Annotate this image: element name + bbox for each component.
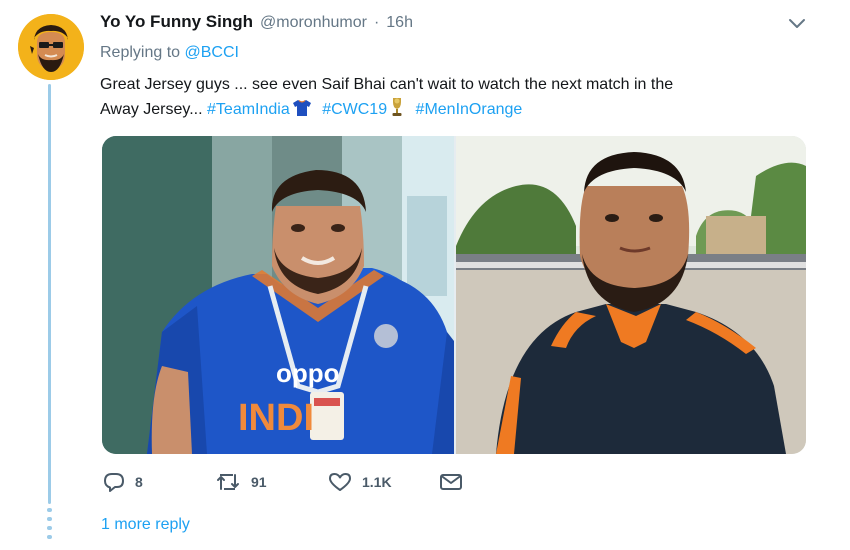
author-handle[interactable]: @moronhumor [260, 14, 367, 32]
tweet-text-line2: Away Jersey... #TeamIndia #CWC19 #MenInO… [100, 97, 800, 125]
author-display-name[interactable]: Yo Yo Funny Singh [100, 12, 253, 32]
jersey-emoji-icon [292, 99, 312, 125]
like-count: 1.1K [362, 474, 392, 490]
retweet-icon [217, 474, 239, 490]
tweet-actions: 8 91 1.1K [103, 470, 463, 494]
tweet-header: Yo Yo Funny Singh @moronhumor · 16h [100, 12, 810, 38]
reply-icon [104, 473, 124, 492]
like-button[interactable]: 1.1K [328, 472, 439, 492]
show-more-replies-link[interactable]: 1 more reply [101, 516, 190, 534]
thread-dots [47, 508, 52, 539]
photo-man-orange-collar-icon [456, 136, 806, 454]
avatar-cartoon-face-icon [18, 14, 84, 80]
retweet-count: 91 [251, 474, 267, 490]
hashtag-teamindia[interactable]: #TeamIndia [207, 101, 290, 118]
replying-to-prefix: Replying to [100, 44, 181, 61]
media-photo-right[interactable] [456, 136, 806, 454]
tweet-options-chevron[interactable] [788, 16, 806, 30]
replying-to: Replying to @BCCI [100, 44, 239, 62]
tweet-media: oppo INDI [102, 136, 806, 454]
chevron-down-icon [789, 19, 805, 28]
tweet-text: Great Jersey guys ... see even Saif Bhai… [100, 72, 800, 125]
reply-count: 8 [135, 474, 143, 490]
separator-dot: · [373, 14, 380, 31]
thread-line [48, 84, 51, 504]
hashtag-meninorange[interactable]: #MenInOrange [416, 101, 523, 118]
avatar[interactable] [18, 14, 84, 80]
direct-message-button[interactable] [439, 472, 463, 492]
retweet-button[interactable]: 91 [215, 472, 328, 492]
tweet-text-line1: Great Jersey guys ... see even Saif Bhai… [100, 76, 674, 93]
media-photo-left[interactable]: oppo INDI [102, 136, 454, 454]
tweet-text-plain: Away Jersey... [100, 101, 203, 118]
jersey-country-text: INDI [238, 397, 314, 439]
like-icon [329, 473, 351, 491]
photo-man-blue-jersey-icon: oppo INDI [102, 136, 454, 454]
tweet-timestamp[interactable]: 16h [386, 14, 413, 32]
message-icon [440, 474, 462, 490]
jersey-sponsor-text: oppo [276, 358, 340, 388]
trophy-emoji-icon [389, 97, 405, 125]
replying-to-handle[interactable]: @BCCI [185, 44, 239, 61]
hashtag-cwc19[interactable]: #CWC19 [322, 101, 387, 118]
reply-button[interactable]: 8 [103, 472, 215, 492]
